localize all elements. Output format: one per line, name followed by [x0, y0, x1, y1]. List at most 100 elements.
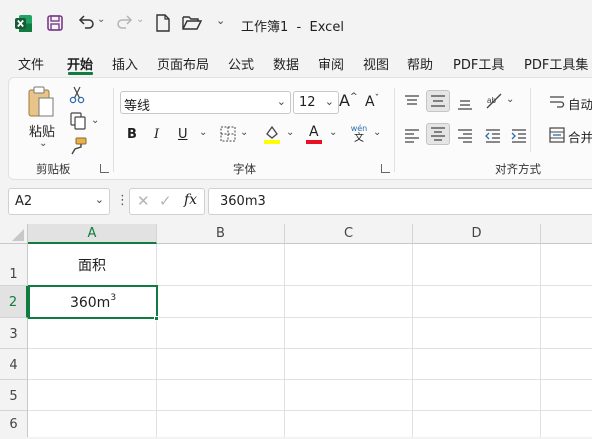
italic-icon[interactable]: I: [154, 128, 159, 141]
insert-function-icon[interactable]: fx: [184, 192, 197, 208]
name-box[interactable]: A2 ⌄: [8, 188, 110, 215]
chevron-down-icon: ⌄: [94, 193, 104, 206]
redo-dropdown-icon[interactable]: ⌄: [136, 14, 144, 25]
tab-file[interactable]: 文件: [18, 54, 44, 73]
copy-icon[interactable]: [69, 112, 87, 130]
row-header-2[interactable]: 2: [0, 286, 28, 318]
title-bar: ⌄ ⌄ ⌄ 工作簿1 - Excel: [0, 0, 592, 46]
alignment-group-label: 对齐方式: [495, 162, 541, 176]
cell-a2-superscript: 3: [110, 293, 117, 303]
fill-color-icon[interactable]: [263, 124, 281, 144]
cell-a2-value: 360m3: [30, 293, 156, 311]
cancel-icon[interactable]: ✕: [137, 192, 150, 210]
align-left-icon[interactable]: [404, 128, 420, 143]
font-color-dropdown-icon[interactable]: ⌄: [329, 128, 337, 138]
row-header-6[interactable]: 6: [0, 411, 28, 437]
clipboard-launcher-icon[interactable]: [100, 164, 109, 173]
phonetic-dropdown-icon[interactable]: ⌄: [373, 128, 381, 138]
decrease-font-size-icon[interactable]: Aˇ: [365, 95, 379, 110]
format-painter-icon[interactable]: [69, 137, 87, 155]
undo-icon[interactable]: [77, 13, 95, 31]
row-header-1[interactable]: 1: [0, 244, 28, 286]
decrease-indent-icon[interactable]: [485, 128, 501, 143]
gridline-col-b: [284, 244, 285, 437]
font-name-select[interactable]: 等线 ⌄: [120, 91, 291, 114]
open-folder-icon[interactable]: [182, 15, 203, 31]
row-header-4[interactable]: 4: [0, 349, 28, 380]
more-options-icon[interactable]: ⋮: [116, 193, 129, 208]
column-header-d[interactable]: D: [413, 224, 541, 244]
clipboard-group-label: 剪贴板: [36, 162, 71, 176]
ribbon-home: 粘贴 ⌄ ⌄ 剪贴板 等线 ⌄ 12 ⌄ A^ Aˇ B I U ⌄ ⌄ ⌄ A…: [8, 77, 592, 180]
wrap-text-icon[interactable]: [549, 94, 565, 108]
column-header-e[interactable]: [541, 224, 592, 244]
align-right-icon[interactable]: [457, 128, 473, 143]
font-size-select[interactable]: 12 ⌄: [293, 91, 339, 114]
cut-icon[interactable]: [69, 86, 85, 104]
wrap-text-label[interactable]: 自动: [568, 94, 592, 113]
tab-help[interactable]: 帮助: [407, 54, 433, 73]
tab-data[interactable]: 数据: [273, 54, 299, 73]
worksheet-grid[interactable]: A B C D 1 2 3 4 5 6 面积 360m3: [0, 224, 592, 437]
window-title: 工作簿1 - Excel: [241, 20, 344, 35]
formula-input-value: 360m3: [220, 194, 266, 209]
fill-handle[interactable]: [154, 316, 159, 321]
formula-input[interactable]: 360m3: [208, 188, 592, 215]
underline-icon[interactable]: U: [178, 128, 188, 141]
gridline-row-5: [28, 410, 592, 411]
tab-pdf-toolset[interactable]: PDF工具集: [524, 54, 588, 73]
orientation-dropdown-icon[interactable]: ⌄: [506, 95, 514, 105]
svg-text:ab: ab: [487, 96, 496, 105]
paste-dropdown-icon[interactable]: ⌄: [39, 138, 47, 149]
font-launcher-icon[interactable]: [381, 164, 390, 173]
tab-review[interactable]: 审阅: [318, 54, 344, 73]
fill-color-dropdown-icon[interactable]: ⌄: [286, 128, 294, 138]
phonetic-guide-icon[interactable]: wén 文: [349, 124, 369, 146]
gridline-col-a: [156, 244, 157, 437]
redo-icon[interactable]: [116, 13, 134, 31]
column-header-c[interactable]: C: [285, 224, 413, 244]
tab-home[interactable]: 开始: [67, 54, 93, 73]
borders-icon[interactable]: [220, 126, 236, 142]
save-icon[interactable]: [46, 14, 64, 32]
orientation-icon[interactable]: ab: [485, 92, 503, 110]
formula-bar: A2 ⌄ ⋮ ✕ ✓ fx 360m3: [0, 180, 592, 224]
customize-toolbar-icon[interactable]: ⌄: [216, 14, 225, 27]
increase-font-size-icon[interactable]: A^: [339, 93, 358, 109]
tab-pdf-tools[interactable]: PDF工具: [453, 54, 504, 73]
excel-logo-icon: [14, 14, 33, 33]
column-header-b[interactable]: B: [157, 224, 285, 244]
undo-dropdown-icon[interactable]: ⌄: [97, 14, 105, 25]
align-bottom-icon[interactable]: [457, 96, 473, 110]
tab-formulas[interactable]: 公式: [228, 54, 254, 73]
copy-dropdown-icon[interactable]: ⌄: [91, 115, 99, 126]
align-center-icon[interactable]: [426, 123, 450, 145]
tab-insert[interactable]: 插入: [112, 54, 138, 73]
name-box-value: A2: [15, 194, 33, 209]
column-header-a[interactable]: A: [28, 224, 157, 244]
clipboard-paste-icon: [27, 86, 55, 118]
borders-dropdown-icon[interactable]: ⌄: [240, 128, 248, 138]
row-header-3[interactable]: 3: [0, 318, 28, 349]
paste-button[interactable]: 粘贴 ⌄: [19, 86, 59, 150]
cell-a2-selected[interactable]: 360m3: [28, 285, 158, 319]
new-file-icon[interactable]: [155, 14, 171, 32]
merge-center-icon[interactable]: [549, 127, 565, 143]
bold-icon[interactable]: B: [127, 128, 137, 141]
row-header-5[interactable]: 5: [0, 380, 28, 411]
font-name-value: 等线: [124, 99, 151, 114]
increase-indent-icon[interactable]: [511, 128, 527, 143]
gridline-col-c: [412, 244, 413, 437]
merge-center-label[interactable]: 合并: [568, 127, 592, 146]
cell-a1[interactable]: 面积: [28, 244, 156, 285]
tab-view[interactable]: 视图: [363, 54, 389, 73]
gridline-col-d: [540, 244, 541, 437]
tab-page-layout[interactable]: 页面布局: [157, 54, 209, 73]
underline-dropdown-icon[interactable]: ⌄: [199, 128, 207, 138]
align-top-icon[interactable]: [404, 94, 420, 108]
font-color-icon[interactable]: A: [305, 124, 323, 144]
enter-icon[interactable]: ✓: [159, 192, 172, 210]
select-all-button[interactable]: [0, 224, 28, 244]
align-middle-icon[interactable]: [426, 90, 450, 112]
separator-clipboard: [113, 88, 114, 172]
